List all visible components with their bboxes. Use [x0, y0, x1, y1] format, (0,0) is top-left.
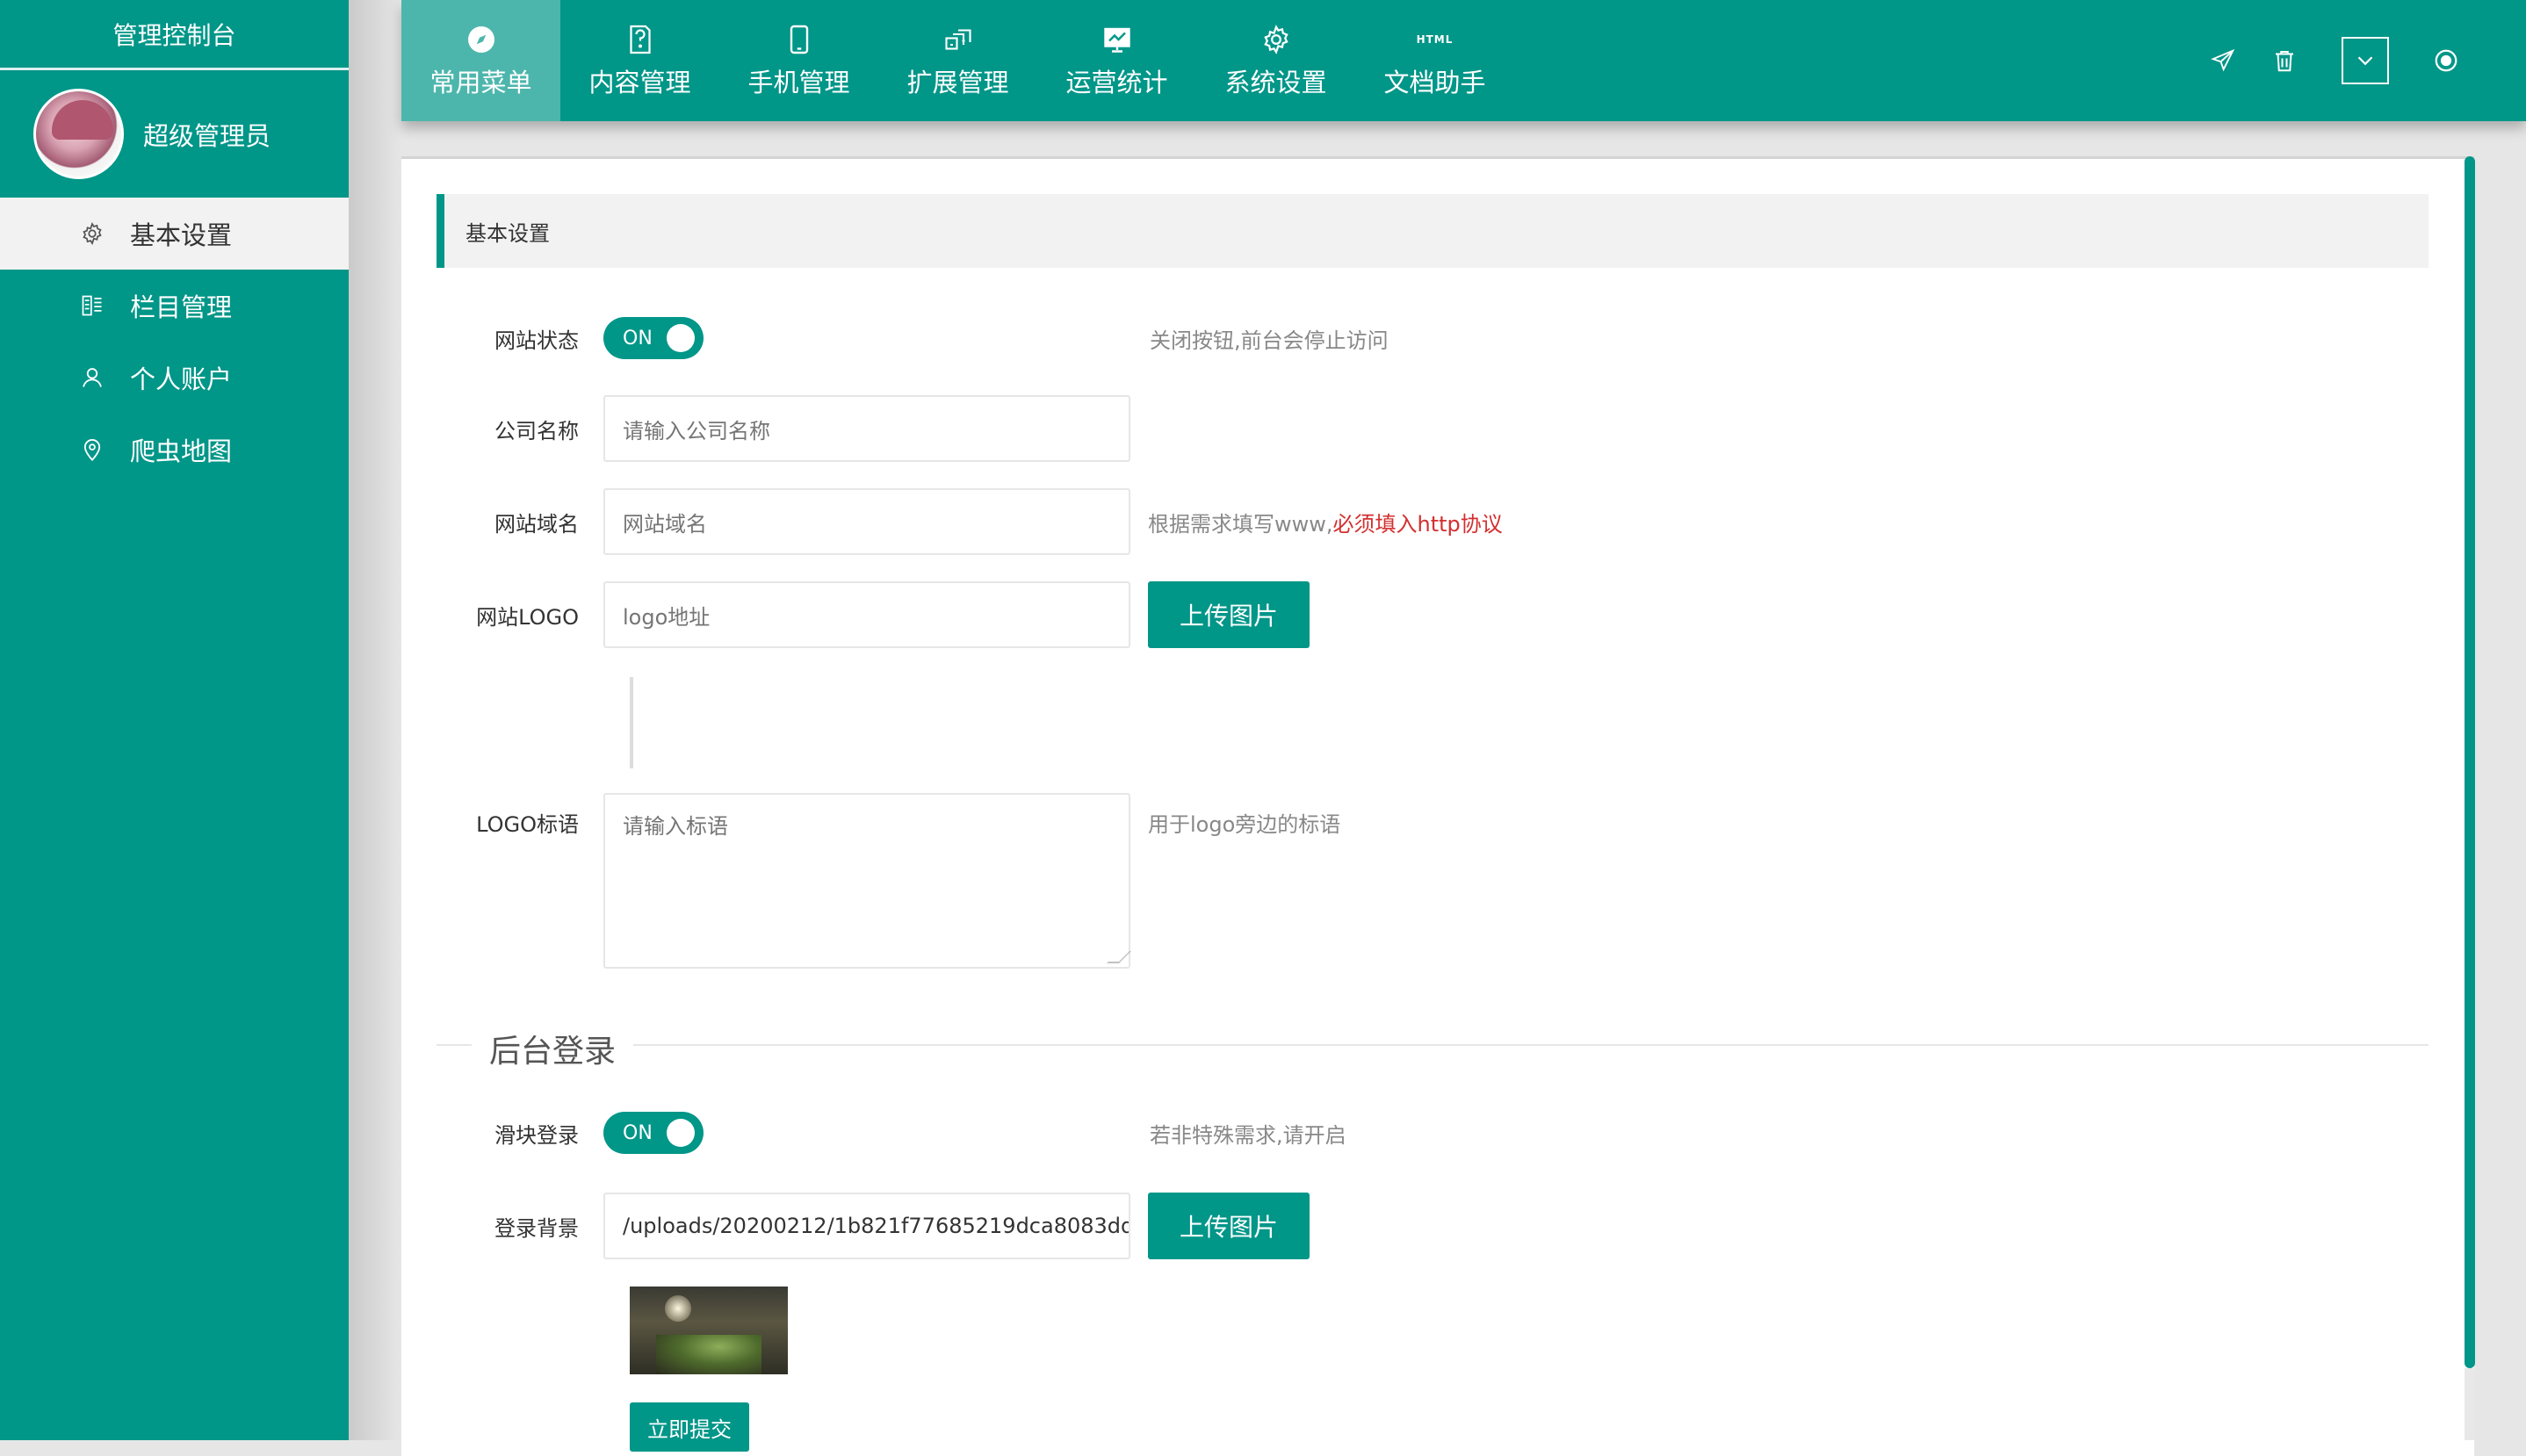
mobile-icon: [783, 22, 815, 57]
tab-content-management[interactable]: 内容管理: [560, 0, 719, 121]
sidebar: 管理控制台 超级管理员 基本设置 栏目管理 个人账户 爬虫地图: [0, 0, 349, 1440]
row-slider-login: 滑块登录 ON 若非特殊需求,请开启: [437, 1112, 1346, 1154]
field-label: 滑块登录: [494, 1122, 579, 1148]
tab-system-settings[interactable]: 系统设置: [1196, 0, 1355, 121]
radio-dot-icon[interactable]: [2415, 30, 2477, 91]
sidebar-item-label: 栏目管理: [130, 292, 233, 322]
slogan-hint: 用于logo旁边的标语: [1148, 812, 1341, 837]
columns-icon: [79, 292, 105, 319]
tab-label: 扩展管理: [906, 68, 1009, 97]
compass-icon: [466, 22, 497, 57]
user-name[interactable]: 超级管理员: [143, 116, 271, 153]
domain-input[interactable]: 网站域名: [603, 488, 1130, 555]
field-label: 公司名称: [494, 418, 579, 443]
field-label: 网站状态: [494, 328, 579, 353]
field-label: 网站域名: [494, 511, 579, 537]
row-company: 公司名称 请输入公司名称: [437, 395, 1130, 462]
domain-hint: 根据需求填写www,必须填入http协议: [1148, 507, 1503, 537]
sidebar-title: 管理控制台: [0, 0, 349, 70]
row-site-status: 网站状态 ON 关闭按钮,前台会停止访问: [437, 317, 1389, 359]
sidebar-item-account[interactable]: 个人账户: [0, 342, 349, 414]
scrollbar-thumb[interactable]: [2465, 156, 2475, 1368]
toolbar-icons: [2192, 0, 2526, 121]
resize-grip-icon[interactable]: [1107, 951, 1131, 963]
switch-text: ON: [623, 1121, 653, 1144]
tab-document-assistant[interactable]: HTML 文档助手: [1355, 0, 1514, 121]
slogan-textarea[interactable]: 请输入标语: [603, 793, 1131, 969]
domain-hint-warning: 必须填入http协议: [1332, 511, 1503, 537]
sidebar-item-label: 个人账户: [130, 364, 233, 394]
row-domain: 网站域名 网站域名 根据需求填写www,必须填入http协议: [437, 488, 1503, 555]
sidebar-item-label: 爬虫地图: [130, 436, 233, 466]
upload-bg-button[interactable]: 上传图片: [1148, 1193, 1310, 1259]
sidebar-item-basic-settings[interactable]: 基本设置: [0, 198, 349, 270]
section-title: 基本设置: [437, 194, 2429, 268]
submit-button[interactable]: 立即提交: [630, 1402, 749, 1452]
login-bg-input[interactable]: /uploads/20200212/1b821f77685219dca8083d…: [603, 1193, 1130, 1259]
switch-text: ON: [623, 327, 653, 350]
trash-icon[interactable]: [2254, 30, 2315, 91]
tab-label: 文档助手: [1383, 68, 1486, 97]
company-name-input[interactable]: 请输入公司名称: [603, 395, 1130, 462]
field-label: LOGO标语: [476, 812, 579, 837]
chevron-down-icon[interactable]: [2342, 37, 2389, 84]
tab-label: 常用菜单: [429, 68, 532, 97]
sidebar-item-columns[interactable]: 栏目管理: [0, 270, 349, 342]
slider-login-toggle[interactable]: ON: [603, 1112, 704, 1154]
tab-label: 系统设置: [1224, 68, 1327, 97]
row-logo: 网站LOGO logo地址 上传图片: [437, 581, 1310, 648]
user-icon: [79, 364, 105, 391]
edit-doc-icon: [624, 22, 656, 57]
gear-icon: [79, 220, 105, 247]
tab-common-menu[interactable]: 常用菜单: [401, 0, 560, 121]
site-status-toggle[interactable]: ON: [603, 317, 704, 359]
scrollbar-track[interactable]: [2465, 1368, 2475, 1440]
sidebar-item-sitemap[interactable]: 爬虫地图: [0, 414, 349, 486]
top-tabs: 常用菜单 内容管理 手机管理 扩展管理 运营统计 系统设置 HTML 文档助手: [401, 0, 1514, 121]
user-info[interactable]: 超级管理员: [0, 70, 349, 198]
tab-extension-management[interactable]: 扩展管理: [878, 0, 1037, 121]
login-bg-thumbnail: [630, 1287, 788, 1374]
avatar[interactable]: [33, 89, 124, 179]
logo-preview: [630, 677, 633, 768]
top-navbar: 常用菜单 内容管理 手机管理 扩展管理 运营统计 系统设置 HTML 文档助手: [401, 0, 2526, 121]
sidebar-shadow: [349, 0, 401, 1440]
switch-knob: [667, 324, 695, 352]
logo-url-input[interactable]: logo地址: [603, 581, 1130, 648]
tab-label: 内容管理: [588, 68, 691, 97]
upload-logo-button[interactable]: 上传图片: [1148, 581, 1310, 648]
gear-icon: [1260, 22, 1292, 57]
row-slogan: LOGO标语 请输入标语 用于logo旁边的标语: [437, 793, 1340, 969]
tab-mobile-management[interactable]: 手机管理: [719, 0, 878, 121]
domain-hint-text: 根据需求填写www,: [1148, 511, 1333, 537]
row-login-bg: 登录背景 /uploads/20200212/1b821f77685219dca…: [437, 1193, 1310, 1259]
login-section-title: 后台登录: [472, 1026, 634, 1071]
tab-operation-statistics[interactable]: 运营统计: [1037, 0, 1196, 121]
slogan-placeholder: 请输入标语: [623, 814, 728, 839]
send-icon[interactable]: [2192, 30, 2254, 91]
site-status-hint: 关闭按钮,前台会停止访问: [1150, 328, 1389, 353]
sidebar-item-label: 基本设置: [130, 220, 233, 250]
settings-panel: 基本设置 网站状态 ON 关闭按钮,前台会停止访问 公司名称 请输入公司名称 网…: [401, 156, 2474, 1456]
switch-knob: [667, 1119, 695, 1147]
tab-label: 手机管理: [747, 68, 850, 97]
extension-icon: [942, 22, 974, 57]
field-label: 登录背景: [494, 1215, 579, 1241]
fieldset-divider: [437, 1044, 2429, 1046]
html-icon: HTML: [1416, 33, 1454, 46]
location-icon: [79, 436, 105, 463]
chart-board-icon: [1101, 22, 1133, 57]
slider-login-hint: 若非特殊需求,请开启: [1150, 1122, 1346, 1148]
tab-label: 运营统计: [1065, 68, 1168, 97]
field-label: 网站LOGO: [476, 604, 579, 630]
